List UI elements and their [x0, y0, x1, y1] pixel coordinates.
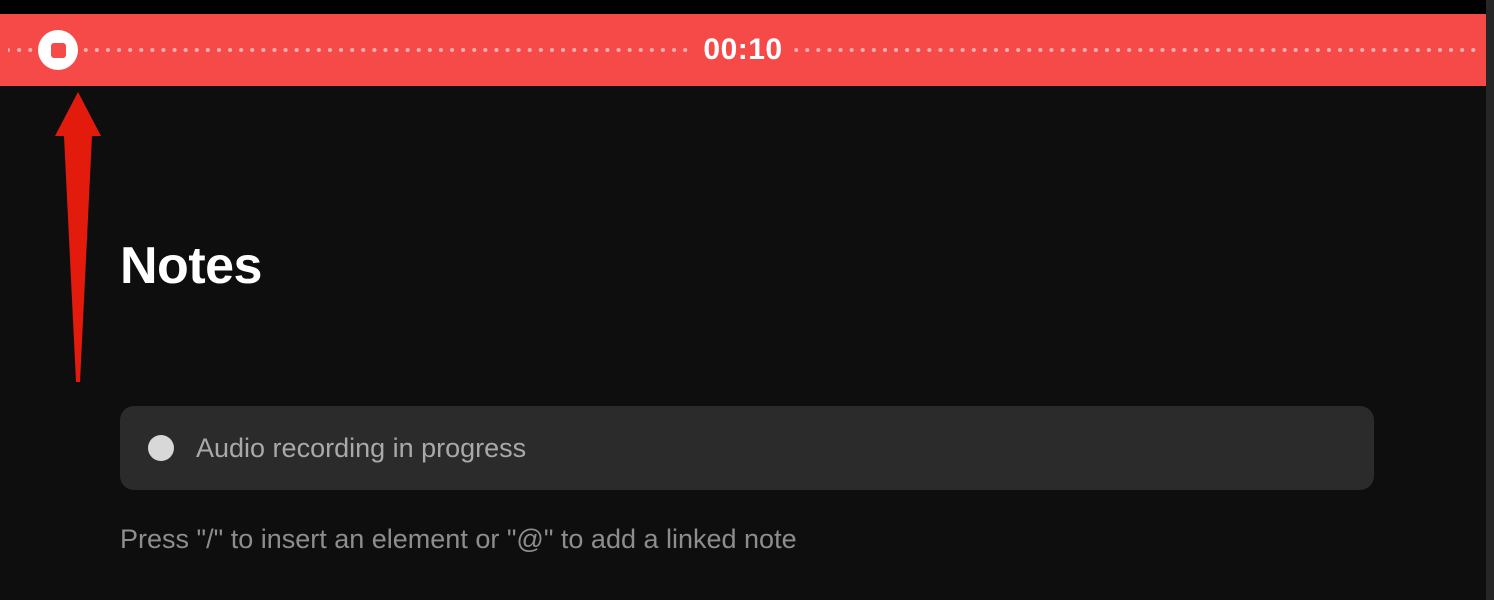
stop-recording-button[interactable]	[38, 30, 78, 70]
recording-status-label: Audio recording in progress	[196, 433, 526, 464]
recording-bar: 00:10	[0, 14, 1486, 86]
window-chrome-strip	[0, 0, 1486, 14]
note-content-area: Notes Audio recording in progress Press …	[0, 86, 1494, 555]
editor-placeholder-hint[interactable]: Press "/" to insert an element or "@" to…	[120, 524, 1374, 555]
recording-indicator-icon	[148, 435, 174, 461]
page-title: Notes	[120, 236, 1374, 296]
recording-elapsed-time: 00:10	[691, 33, 794, 67]
stop-icon	[51, 43, 66, 58]
scrollbar-track[interactable]	[1486, 0, 1494, 600]
audio-recording-block[interactable]: Audio recording in progress	[120, 406, 1374, 490]
